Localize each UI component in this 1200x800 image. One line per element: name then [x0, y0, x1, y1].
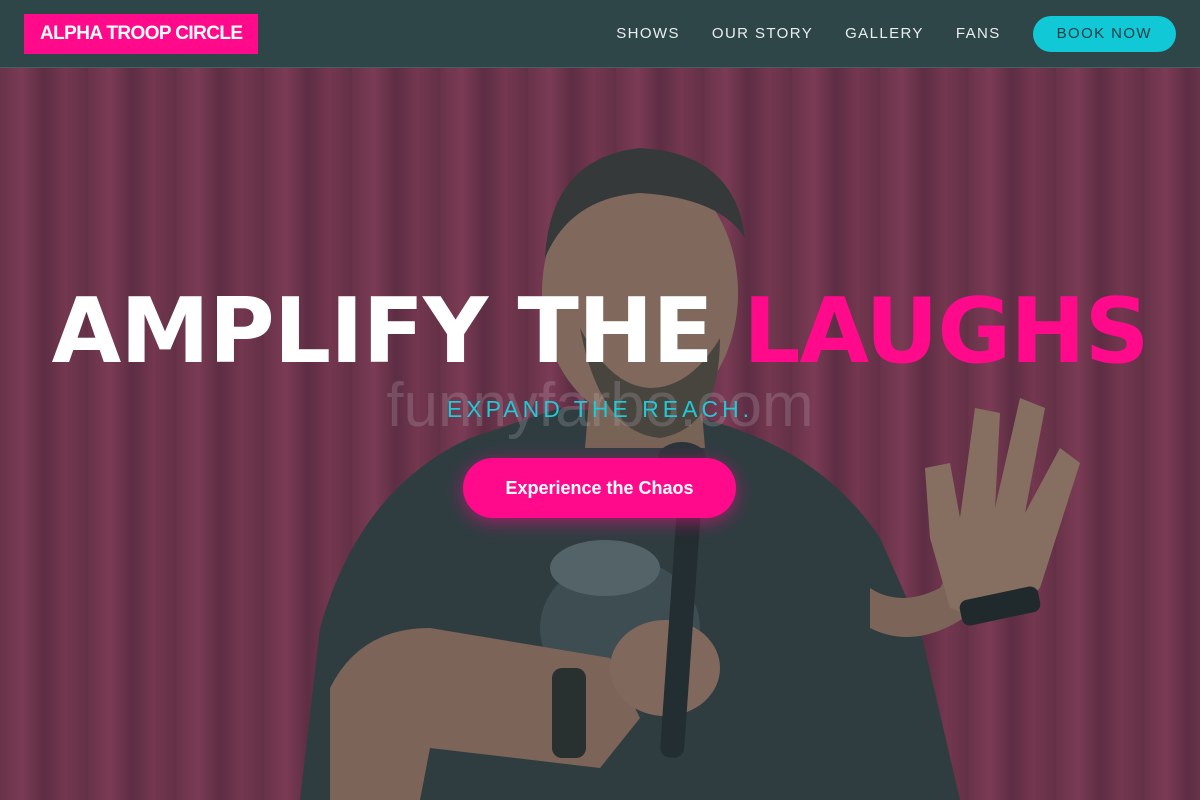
nav-link-shows[interactable]: SHOWS — [616, 25, 680, 42]
hero-title-part2: LAUGHS — [743, 279, 1149, 384]
hero-title: AMPLIFY THE LAUGHS — [0, 282, 1200, 382]
nav-link-our-story[interactable]: OUR STORY — [712, 25, 813, 42]
experience-chaos-button[interactable]: Experience the Chaos — [463, 458, 736, 518]
main-nav: SHOWS OUR STORY GALLERY FANS BOOK NOW — [616, 15, 1176, 52]
site-header: ALPHA TROOP CIRCLE SHOWS OUR STORY GALLE… — [0, 0, 1200, 68]
site-logo[interactable]: ALPHA TROOP CIRCLE — [24, 13, 259, 54]
book-now-button[interactable]: BOOK NOW — [1032, 15, 1176, 52]
hero-title-part1: AMPLIFY THE — [51, 279, 714, 384]
hero-subtitle: EXPAND THE REACH. — [446, 396, 754, 422]
nav-link-gallery[interactable]: GALLERY — [845, 25, 924, 42]
nav-link-fans[interactable]: FANS — [956, 25, 1001, 42]
hero-section: funnyfarbo.com AMPLIFY THE LAUGHS EXPAND… — [0, 68, 1200, 800]
